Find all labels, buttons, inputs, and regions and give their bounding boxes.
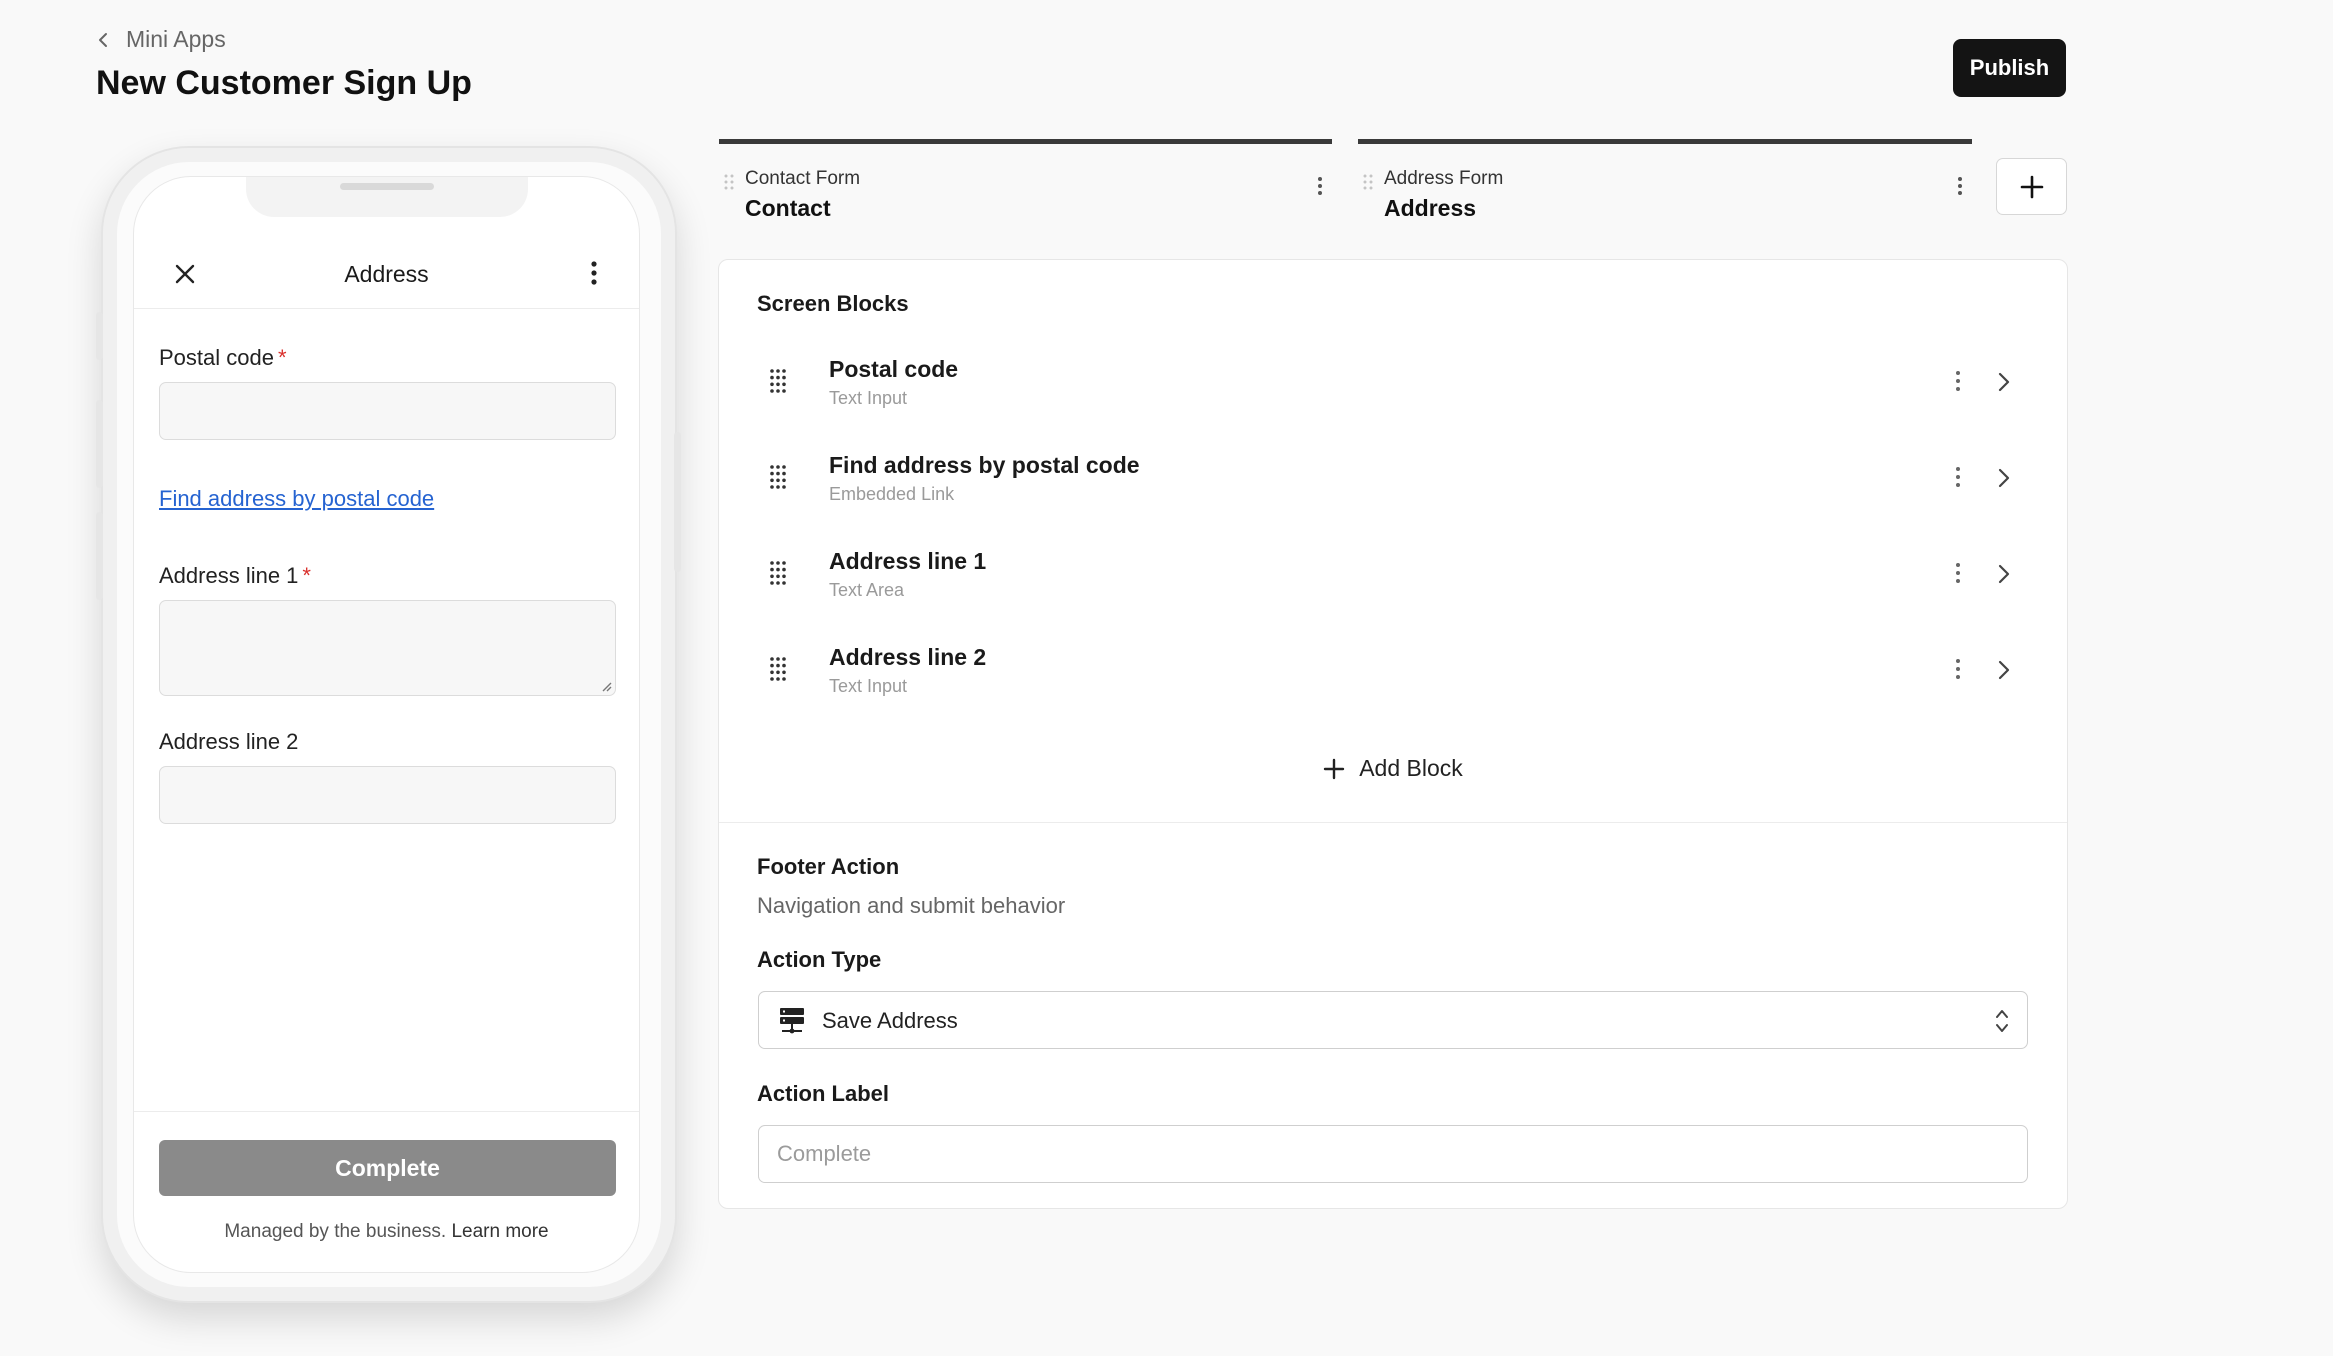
screen-header: Address (134, 243, 639, 309)
more-vertical-icon[interactable] (1954, 561, 1962, 585)
block-type: Text Input (829, 388, 908, 408)
more-vertical-icon[interactable] (1316, 175, 1324, 197)
editor-panel: Screen Blocks Postal code Text Input Fin… (718, 259, 2068, 1209)
chevron-up-down-icon (1996, 1010, 2008, 1032)
block-row[interactable]: Postal code Text Input (755, 343, 2015, 423)
blocks-list: Postal code Text Input Find address by p… (755, 343, 2015, 715)
add-block-label: Add Block (1359, 755, 1463, 781)
address-line-1-label: Address line 1 * (159, 563, 311, 589)
tab-type: Address Form (1384, 168, 1504, 189)
server-icon (780, 1008, 804, 1034)
managed-note: Managed by the business. Learn more (134, 1221, 639, 1243)
phone-side-button (674, 432, 681, 572)
action-type-select[interactable]: Save Address (758, 991, 2028, 1049)
required-mark: * (277, 345, 287, 370)
action-label-label: Action Label (757, 1081, 890, 1106)
drag-handle-icon[interactable] (1363, 174, 1373, 190)
add-screen-button[interactable] (1996, 158, 2067, 215)
required-mark: * (302, 563, 311, 588)
more-vertical-icon[interactable] (1956, 175, 1964, 197)
managed-text: Managed by the business. (224, 1221, 447, 1242)
block-type: Embedded Link (829, 484, 955, 504)
resize-grip-icon[interactable] (600, 680, 612, 692)
chevron-right-icon[interactable] (1997, 371, 2011, 393)
footer-action-subtitle: Navigation and submit behavior (757, 893, 1066, 918)
block-title: Postal code (829, 356, 959, 382)
screen-footer-divider (134, 1111, 639, 1112)
block-title: Address line 1 (829, 548, 987, 574)
complete-button[interactable]: Complete (159, 1140, 616, 1196)
plus-icon (1324, 758, 1345, 779)
drag-handle-icon[interactable] (769, 464, 787, 490)
action-label-input[interactable] (758, 1125, 2028, 1183)
block-title: Find address by postal code (829, 452, 1140, 478)
more-vertical-icon[interactable] (589, 259, 599, 287)
add-block-button[interactable]: Add Block (719, 755, 2067, 782)
block-row[interactable]: Address line 1 Text Area (755, 535, 2015, 615)
address-line-2-input[interactable] (159, 766, 616, 824)
page-title: New Customer Sign Up (96, 64, 472, 102)
block-row[interactable]: Address line 2 Text Input (755, 631, 2015, 711)
tab-address-form[interactable]: Address Form Address (1358, 139, 1972, 221)
publish-button[interactable]: Publish (1953, 39, 2066, 97)
chevron-right-icon[interactable] (1997, 467, 2011, 489)
chevron-right-icon[interactable] (1997, 563, 2011, 585)
footer-action-title: Footer Action (757, 854, 900, 879)
address-line-2-label: Address line 2 (159, 729, 299, 754)
learn-more-link[interactable]: Learn more (451, 1221, 548, 1242)
tab-type: Contact Form (745, 168, 861, 189)
screen-blocks-title: Screen Blocks (757, 291, 909, 316)
drag-handle-icon[interactable] (769, 656, 787, 682)
chevron-left-icon (99, 32, 107, 47)
breadcrumb-label: Mini Apps (126, 26, 226, 52)
tab-name: Contact (745, 195, 831, 221)
drag-handle-icon[interactable] (724, 174, 734, 190)
phone-side-button (96, 512, 103, 600)
action-type-label: Action Type (757, 947, 882, 972)
plus-icon (2020, 175, 2043, 198)
block-row[interactable]: Find address by postal code Embedded Lin… (755, 439, 2015, 519)
tab-contact-form[interactable]: Contact Form Contact (719, 139, 1332, 221)
address-line-1-textarea[interactable] (159, 600, 616, 696)
phone-screen: Address Postal code * Find address by pos… (133, 176, 640, 1273)
block-type: Text Area (829, 580, 905, 600)
action-type-value: Save Address (822, 1008, 958, 1033)
block-type: Text Input (829, 676, 908, 696)
postal-code-input[interactable] (159, 382, 616, 440)
panel-divider (719, 822, 2067, 823)
breadcrumb[interactable]: Mini Apps (96, 26, 226, 53)
tab-name: Address (1384, 195, 1477, 221)
drag-handle-icon[interactable] (769, 560, 787, 586)
drag-handle-icon[interactable] (769, 368, 787, 394)
more-vertical-icon[interactable] (1954, 657, 1962, 681)
phone-notch (246, 177, 528, 217)
find-address-link[interactable]: Find address by postal code (159, 486, 434, 512)
screen-title: Address (344, 261, 429, 287)
more-vertical-icon[interactable] (1954, 465, 1962, 489)
postal-code-label-text: Postal code (159, 345, 274, 370)
phone-side-button (96, 400, 103, 488)
phone-side-button (96, 312, 103, 360)
more-vertical-icon[interactable] (1954, 369, 1962, 393)
postal-code-label: Postal code * (159, 345, 287, 371)
chevron-right-icon[interactable] (1997, 659, 2011, 681)
block-title: Address line 2 (829, 644, 987, 670)
address-line-1-label-text: Address line 1 (159, 563, 299, 588)
